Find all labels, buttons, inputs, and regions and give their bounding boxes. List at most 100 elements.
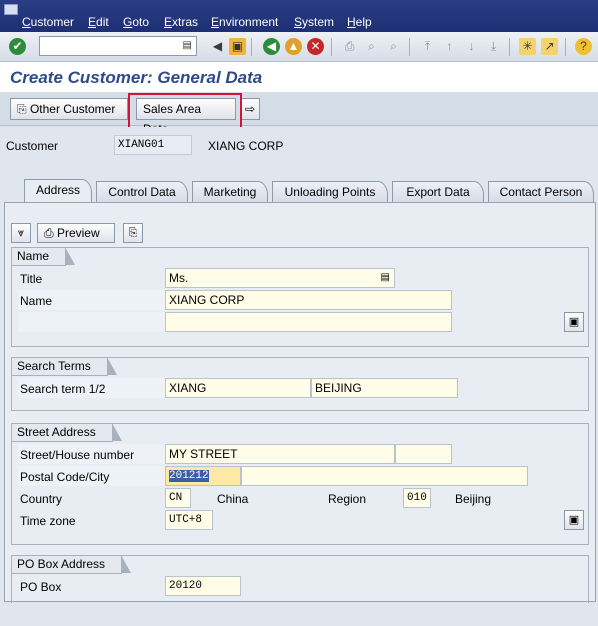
city-field[interactable] (241, 466, 528, 486)
title-value: Ms. (169, 271, 189, 285)
international-versions-icon: ⎘ (128, 227, 138, 239)
shortcut-icon[interactable]: ↗ (541, 38, 558, 55)
customer-label: Customer (6, 139, 59, 153)
toolbar-separator (331, 38, 332, 56)
menu-help[interactable]: Help (347, 15, 372, 29)
print-icon[interactable]: ⎙ (341, 38, 358, 55)
more-address-fields-button[interactable]: ▣ (564, 510, 584, 530)
title-label: Title (20, 272, 43, 286)
po-box-group: PO Box Address PO Box 20120 (11, 555, 589, 603)
next-screen-button[interactable]: ⇨ (240, 98, 260, 120)
last-page-icon[interactable]: ⤓ (485, 38, 502, 55)
name-label: Name (20, 294, 53, 308)
country-code-field[interactable]: CN (165, 488, 191, 508)
name-group-title: Name (12, 247, 76, 266)
tab-contact-person[interactable]: Contact Person (488, 181, 594, 203)
toolbar-separator (251, 38, 252, 56)
search-term-1-field[interactable]: XIANG (165, 378, 311, 398)
address-panel: ⩔ ⎙ Preview ⎘ Name Title Ms. ▤ Name XIAN… (4, 202, 596, 603)
other-customer-label: Other Customer (29, 102, 116, 116)
street-address-group-title: Street Address (12, 423, 122, 442)
time-zone-field[interactable]: UTC+8 (165, 510, 213, 530)
postal-city-label: Postal Code/City (20, 470, 110, 484)
first-page-icon[interactable]: ⤒ (419, 38, 436, 55)
other-customer-button[interactable]: ⎘ Other Customer (10, 98, 128, 120)
cancel-icon[interactable]: ✕ (307, 38, 324, 55)
standard-toolbar: ✔ ▤ ◀ ▣ ◀ ▲ ✕ ⎙ ⌕ ⌕ ⤒ ↑ ↓ ⤓ ✳ ↗ ? (0, 32, 598, 62)
dropdown-icon[interactable]: ▤ (381, 269, 390, 287)
collapse-icon[interactable]: ◀ (209, 38, 226, 55)
tab-marketing[interactable]: Marketing (192, 181, 268, 203)
customer-header: Customer XIANG01 XIANG CORP (0, 127, 598, 181)
menu-system[interactable]: System (294, 15, 334, 29)
print-preview-icon: ⎙ (44, 226, 54, 240)
menu-goto[interactable]: Goto (123, 15, 149, 29)
save-icon[interactable]: ▣ (229, 38, 246, 55)
new-session-icon[interactable]: ✳ (519, 38, 536, 55)
name-field[interactable]: XIANG CORP (165, 290, 452, 310)
postal-code-field[interactable]: 201212 (165, 466, 241, 486)
command-field[interactable]: ▤ (39, 36, 197, 56)
search-terms-group: Search Terms Search term 1/2 XIANG BEIJI… (11, 357, 589, 411)
exit-icon[interactable]: ▲ (285, 38, 302, 55)
po-box-field[interactable]: 20120 (165, 576, 241, 596)
next-screen-icon: ⇨ (244, 102, 256, 116)
sap-system-menu-icon[interactable] (4, 4, 18, 15)
country-label: Country (20, 492, 63, 506)
find-next-icon[interactable]: ⌕ (385, 38, 402, 55)
customer-id-field: XIANG01 (114, 135, 192, 155)
preview-label: Preview (56, 226, 100, 240)
international-versions-button[interactable]: ⎘ (123, 223, 143, 243)
menu-edit[interactable]: Edit (88, 15, 109, 29)
search-term-label: Search term 1/2 (20, 382, 106, 396)
region-code-field[interactable]: 010 (403, 488, 431, 508)
customer-name: XIANG CORP (208, 139, 284, 153)
po-box-group-title: PO Box Address (12, 555, 132, 574)
street-label: Street/House number (20, 448, 135, 462)
house-number-field[interactable] (395, 444, 452, 464)
menu-environment[interactable]: Environment (211, 15, 278, 29)
street-address-group: Street Address Street/House number MY ST… (11, 423, 589, 545)
more-fields-icon: ▣ (568, 514, 580, 526)
toolbar-separator (565, 38, 566, 56)
other-customer-icon: ⎘ (17, 102, 27, 116)
region-label: Region (328, 492, 367, 506)
page-title: Create Customer: General Data (10, 68, 263, 87)
country-name: China (217, 492, 249, 506)
help-icon[interactable]: ? (575, 38, 592, 55)
highlight-box (128, 93, 242, 129)
toolbar-separator (409, 38, 410, 56)
postal-code-value: 201212 (169, 470, 209, 482)
title-field[interactable]: Ms. ▤ (165, 268, 395, 288)
menu-bar: Customer Edit Goto Extras Environment Sy… (0, 0, 598, 32)
tab-export-data[interactable]: Export Data (392, 181, 484, 203)
application-toolbar: ⎘ Other Customer Sales Area Data ⇨ (0, 92, 598, 136)
title-bar: Create Customer: General Data (0, 62, 598, 92)
more-fields-button[interactable]: ▣ (564, 312, 584, 332)
previous-page-icon[interactable]: ↑ (441, 38, 458, 55)
menu-extras[interactable]: Extras (164, 15, 198, 29)
status-area (0, 604, 598, 626)
command-history-icon[interactable]: ▤ (183, 40, 192, 51)
preview-button[interactable]: ⎙ Preview (37, 223, 115, 243)
name-group: Name Title Ms. ▤ Name XIANG CORP ▣ (11, 247, 589, 347)
collapse-icon: ⩔ (17, 227, 25, 239)
collapse-header-button[interactable]: ⩔ (11, 223, 31, 243)
tab-unloading-points[interactable]: Unloading Points (272, 181, 388, 203)
find-icon[interactable]: ⌕ (363, 38, 380, 55)
enter-icon[interactable]: ✔ (9, 38, 26, 55)
search-terms-group-title: Search Terms (12, 357, 117, 376)
toolbar-separator (509, 38, 510, 56)
next-page-icon[interactable]: ↓ (463, 38, 480, 55)
menu-customer[interactable]: Customer (22, 15, 74, 29)
street-field[interactable]: MY STREET (165, 444, 395, 464)
time-zone-label: Time zone (20, 514, 76, 528)
back-icon[interactable]: ◀ (263, 38, 280, 55)
po-box-label: PO Box (20, 580, 62, 594)
region-name: Beijing (455, 492, 492, 506)
name2-field[interactable] (165, 312, 452, 332)
more-fields-icon: ▣ (568, 316, 580, 328)
search-term-2-field[interactable]: BEIJING (311, 378, 458, 398)
tab-address[interactable]: Address (24, 179, 92, 203)
tab-control-data[interactable]: Control Data (96, 181, 188, 203)
